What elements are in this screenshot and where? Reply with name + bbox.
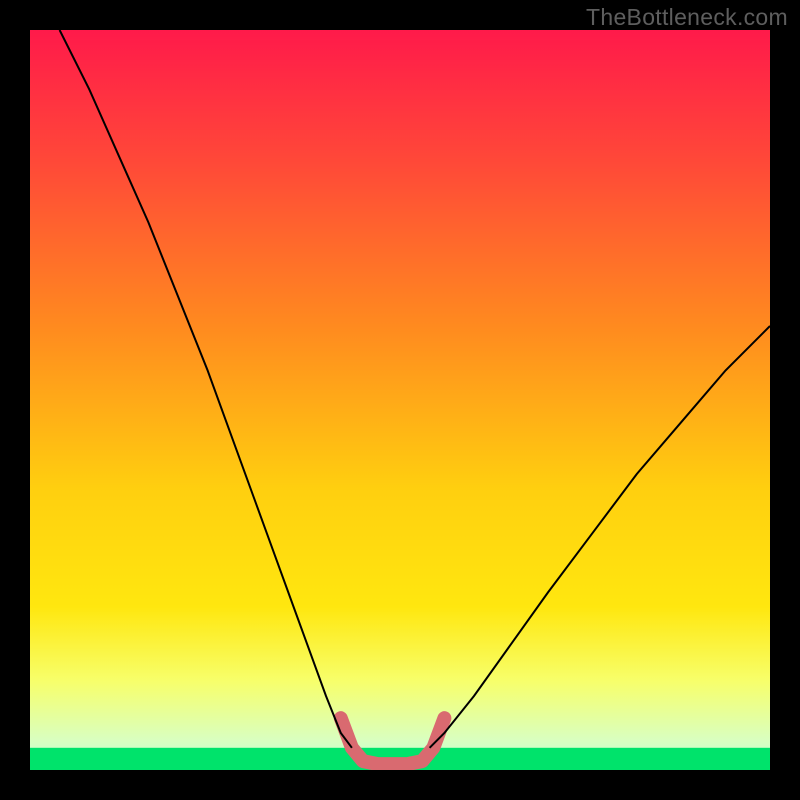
chart-svg (30, 30, 770, 770)
plot-area (30, 30, 770, 770)
chart-frame: TheBottleneck.com (0, 0, 800, 800)
gradient-background (30, 30, 770, 770)
watermark-text: TheBottleneck.com (586, 4, 788, 31)
